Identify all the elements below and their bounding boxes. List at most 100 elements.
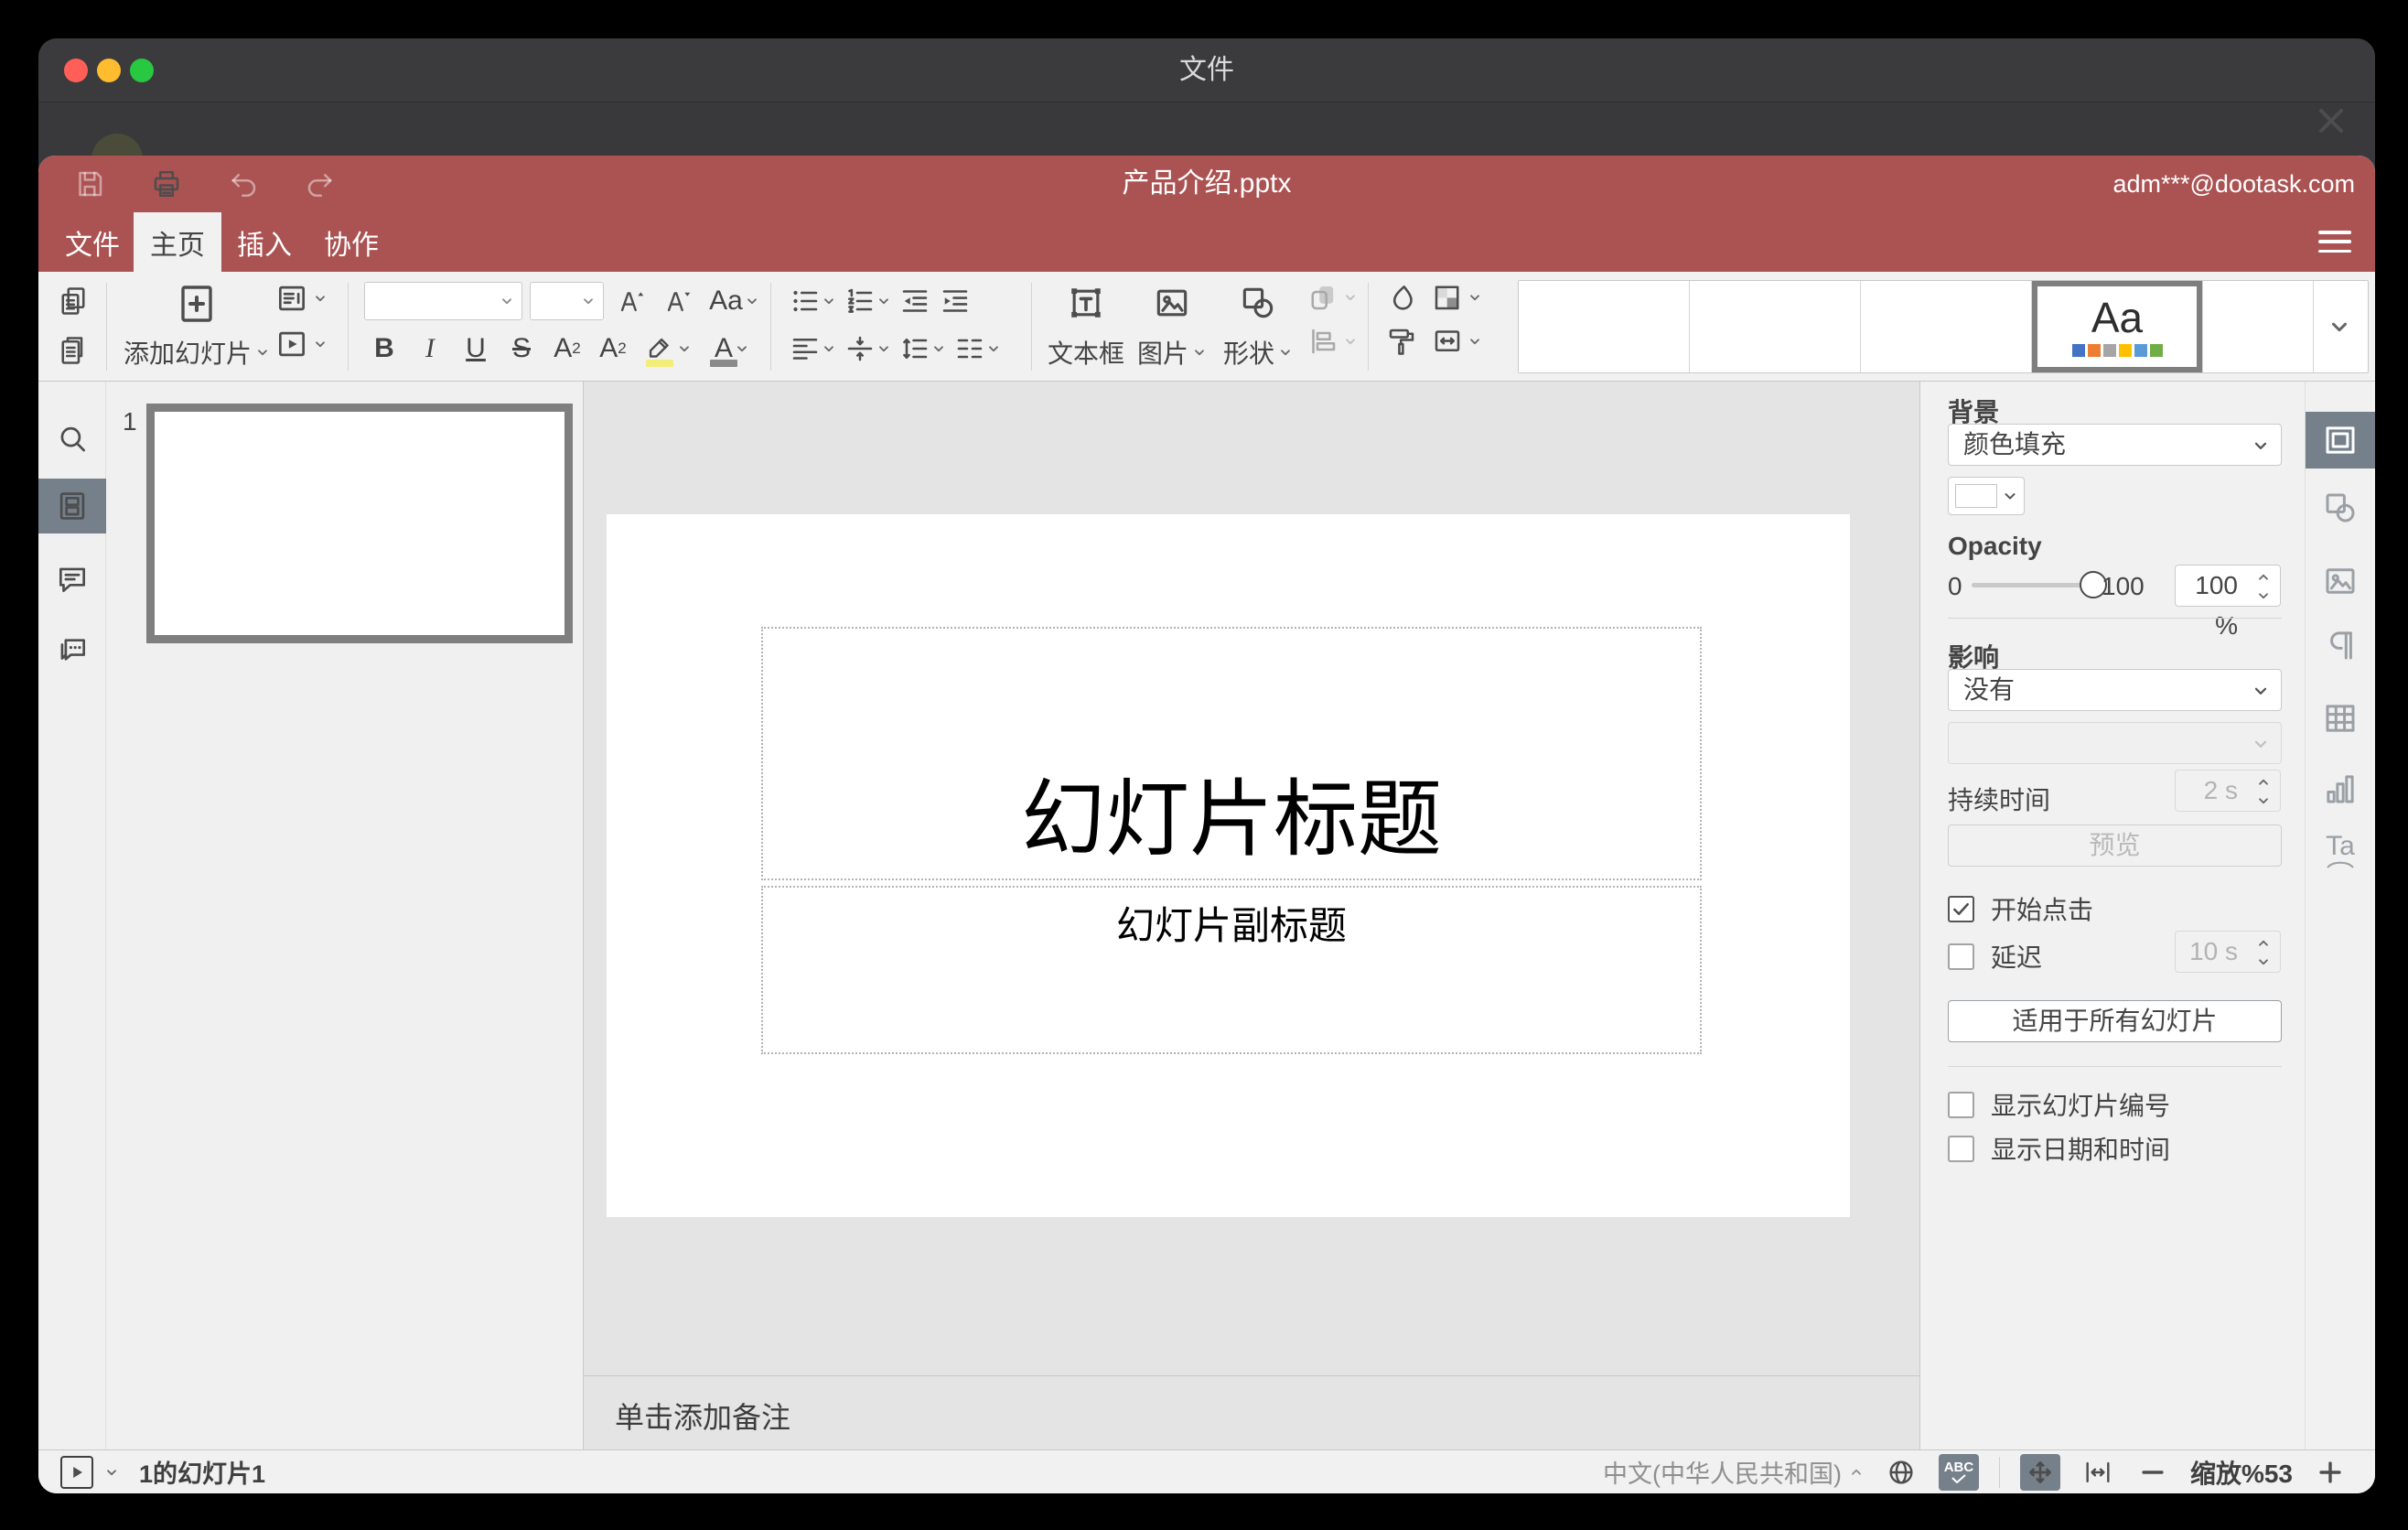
start-slideshow-icon bbox=[274, 327, 309, 361]
numbering-button[interactable] bbox=[842, 281, 893, 321]
set-language-button[interactable] bbox=[1884, 1455, 1919, 1490]
copy-icon bbox=[57, 285, 90, 318]
slide-size-button[interactable] bbox=[1431, 325, 1482, 358]
columns-button[interactable] bbox=[951, 329, 1003, 369]
effect-select[interactable]: 没有 bbox=[1948, 669, 2282, 711]
delay-checkbox[interactable]: 延迟 bbox=[1948, 938, 2042, 975]
play-icon bbox=[65, 1460, 89, 1484]
theme-option[interactable] bbox=[1690, 281, 1861, 372]
document-title: 产品介绍.pptx bbox=[1122, 168, 1292, 199]
tab-collaboration[interactable]: 协作 bbox=[307, 212, 395, 272]
slide-title-text: 幻灯片标题 bbox=[1020, 773, 1442, 867]
spin-down-icon[interactable] bbox=[2254, 588, 2273, 603]
slide-thumbnail[interactable] bbox=[146, 404, 573, 643]
decrease-indent-button[interactable] bbox=[897, 281, 933, 321]
panel-textart-settings[interactable]: Ta bbox=[2306, 823, 2375, 879]
panel-slide-settings[interactable] bbox=[2306, 412, 2375, 469]
start-slideshow-status-button[interactable] bbox=[60, 1455, 93, 1489]
increase-indent-button[interactable] bbox=[937, 281, 973, 321]
spellcheck-button[interactable]: ABC bbox=[1938, 1453, 1979, 1491]
theme-option[interactable] bbox=[2203, 281, 2314, 372]
subscript-button[interactable]: A2 bbox=[593, 329, 633, 369]
theme-option[interactable] bbox=[1861, 281, 2032, 372]
show-slide-number-checkbox[interactable]: 显示幻灯片编号 bbox=[1948, 1086, 2170, 1123]
theme-option[interactable] bbox=[1519, 281, 1690, 372]
hamburger-menu-icon[interactable] bbox=[2318, 227, 2351, 256]
line-spacing-button[interactable] bbox=[897, 329, 948, 369]
opacity-input[interactable]: 100 % bbox=[2175, 565, 2281, 640]
decrease-font-button[interactable] bbox=[659, 281, 698, 321]
sidebar-item-slides[interactable] bbox=[38, 479, 106, 533]
arrange-icon bbox=[1306, 281, 1339, 314]
background-fill-select[interactable]: 颜色填充 bbox=[1948, 424, 2282, 466]
chevron-up-icon bbox=[1849, 1465, 1864, 1480]
change-case-button[interactable]: Aa bbox=[705, 281, 763, 321]
strikeout-button[interactable]: S bbox=[501, 329, 542, 369]
zoom-in-button[interactable] bbox=[2313, 1455, 2348, 1490]
tab-file[interactable]: 文件 bbox=[51, 212, 134, 272]
sidebar-item-comments[interactable] bbox=[38, 552, 106, 607]
account-email: adm***@dootask.com bbox=[2112, 170, 2355, 198]
apply-to-all-button[interactable]: 适用于所有幻灯片 bbox=[1948, 1000, 2282, 1042]
insert-image-button[interactable]: 图片 bbox=[1134, 277, 1210, 376]
panel-shape-settings[interactable] bbox=[2306, 479, 2375, 536]
vertical-align-button[interactable] bbox=[842, 329, 893, 369]
fit-width-button[interactable] bbox=[2080, 1455, 2115, 1490]
horizontal-align-button[interactable] bbox=[787, 329, 838, 369]
notes-area[interactable]: 单击添加备注 bbox=[584, 1375, 1919, 1449]
align-icon bbox=[789, 332, 822, 365]
close-editor-button[interactable] bbox=[2311, 101, 2351, 141]
sidebar-item-chat[interactable] bbox=[38, 622, 106, 677]
font-name-select[interactable] bbox=[364, 282, 523, 320]
chevron-down-icon[interactable] bbox=[104, 1465, 119, 1480]
copy-button[interactable] bbox=[53, 281, 93, 321]
tab-insert[interactable]: 插入 bbox=[221, 212, 307, 272]
duration-label: 持续时间 bbox=[1948, 786, 2051, 814]
image-icon bbox=[1152, 283, 1192, 323]
sidebar-item-search[interactable] bbox=[38, 412, 106, 467]
italic-button[interactable]: I bbox=[410, 329, 450, 369]
font-color-button[interactable]: A bbox=[703, 329, 761, 369]
highlight-color-button[interactable] bbox=[639, 329, 697, 369]
theme-option-selected[interactable]: Aa bbox=[2032, 281, 2203, 372]
tab-home[interactable]: 主页 bbox=[134, 212, 221, 272]
superscript-button[interactable]: A2 bbox=[547, 329, 587, 369]
font-size-select[interactable] bbox=[530, 282, 605, 320]
line-spacing-icon bbox=[898, 332, 931, 365]
paste-button[interactable] bbox=[53, 330, 93, 371]
slide[interactable]: 幻灯片标题 幻灯片副标题 bbox=[607, 514, 1850, 1217]
panel-paragraph-settings[interactable] bbox=[2306, 617, 2375, 673]
panel-table-settings[interactable] bbox=[2306, 690, 2375, 747]
app-window: 文件 产品介绍.pptx adm***@dootask.com 文件 主页 插入… bbox=[38, 38, 2375, 1493]
subtitle-placeholder[interactable]: 幻灯片副标题 bbox=[761, 886, 1702, 1054]
add-slide-button[interactable]: 添加幻灯片 bbox=[124, 277, 268, 376]
fill-color-button[interactable] bbox=[1385, 281, 1418, 314]
copy-style-button[interactable] bbox=[1385, 325, 1418, 358]
insert-group: 文本框 图片 形状 bbox=[1048, 277, 1296, 376]
insert-textbox-button[interactable]: 文本框 bbox=[1048, 277, 1124, 376]
arrange-shape-button[interactable] bbox=[1306, 281, 1358, 314]
title-placeholder[interactable]: 幻灯片标题 bbox=[761, 627, 1702, 880]
opacity-slider[interactable] bbox=[1972, 571, 2107, 598]
change-layout-button[interactable] bbox=[274, 281, 328, 316]
chevron-down-icon bbox=[677, 341, 692, 356]
show-date-time-checkbox[interactable]: 显示日期和时间 bbox=[1948, 1130, 2170, 1167]
language-selector[interactable]: 中文(中华人民共和国) bbox=[1603, 1454, 1864, 1490]
underline-button[interactable]: U bbox=[456, 329, 496, 369]
start-slideshow-button[interactable] bbox=[274, 327, 328, 361]
spin-up-icon[interactable] bbox=[2254, 570, 2273, 585]
panel-chart-settings[interactable] bbox=[2306, 760, 2375, 817]
increase-font-button[interactable] bbox=[611, 281, 650, 321]
background-color-picker[interactable] bbox=[1948, 477, 2025, 515]
insert-shape-button[interactable]: 形状 bbox=[1220, 277, 1296, 376]
zoom-out-button[interactable] bbox=[2135, 1455, 2170, 1490]
slide-settings-icon bbox=[2321, 421, 2360, 459]
color-scheme-button[interactable] bbox=[1431, 281, 1482, 314]
align-shape-button[interactable] bbox=[1306, 325, 1358, 358]
start-on-click-checkbox[interactable]: 开始点击 bbox=[1948, 890, 2093, 927]
theme-gallery-expand[interactable] bbox=[2314, 281, 2365, 372]
fit-slide-button[interactable] bbox=[2019, 1453, 2060, 1491]
bold-button[interactable]: B bbox=[364, 329, 404, 369]
bullets-button[interactable] bbox=[787, 281, 838, 321]
panel-image-settings[interactable] bbox=[2306, 553, 2375, 609]
